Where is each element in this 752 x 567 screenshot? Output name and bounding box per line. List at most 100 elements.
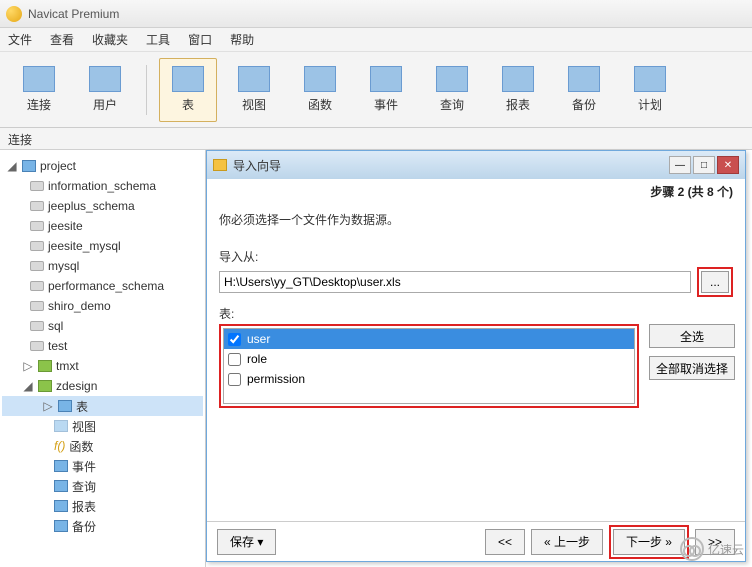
separator [146,65,147,115]
tree-db[interactable]: test [2,336,203,356]
tool-user[interactable]: 用户 [76,58,134,122]
toolbar: 连接 用户 表 视图 函数 事件 查询 报表 备份 计划 [0,52,752,128]
table-row-user[interactable]: user [224,329,634,349]
tree-db[interactable]: jeeplus_schema [2,196,203,216]
view-icon [238,66,270,92]
plan-icon [634,66,666,92]
tool-backup[interactable]: 备份 [555,58,613,122]
report-icon [502,66,534,92]
prev-button[interactable]: « 上一步 [531,529,603,555]
menu-file[interactable]: 文件 [8,31,32,48]
tree-db[interactable]: mysql [2,256,203,276]
table-list[interactable]: user role permission [223,328,635,404]
menu-window[interactable]: 窗口 [188,31,212,48]
tool-function[interactable]: 函数 [291,58,349,122]
watermark-icon [680,537,704,561]
db-icon [30,221,44,231]
tree-db[interactable]: performance_schema [2,276,203,296]
fx-icon: f() [54,439,65,453]
tree-zdesign[interactable]: ◢zdesign [2,376,203,396]
tree-node-backup[interactable]: 备份 [2,516,203,536]
tool-query[interactable]: 查询 [423,58,481,122]
tree-db[interactable]: jeesite [2,216,203,236]
db-icon [30,201,44,211]
titlebar: Navicat Premium [0,0,752,28]
app-title: Navicat Premium [28,7,119,21]
dialog-titlebar[interactable]: 导入向导 — □ ✕ [207,151,745,179]
tree-node-func[interactable]: f()函数 [2,436,203,456]
maximize-button[interactable]: □ [693,156,715,174]
tree-db[interactable]: information_schema [2,176,203,196]
tool-event[interactable]: 事件 [357,58,415,122]
tool-table[interactable]: 表 [159,58,217,122]
event-icon [370,66,402,92]
dialog-footer: 保存 ▾ << « 上一步 下一步 » >> [207,521,745,561]
import-wizard-dialog: 导入向导 — □ ✕ 步骤 2 (共 8 个) 你必须选择一个文件作为数据源。 … [206,150,746,562]
tree-root[interactable]: ◢project [2,156,203,176]
db-icon [30,321,44,331]
plug-icon [23,66,55,92]
report-icon [54,500,68,512]
app-icon [6,6,22,22]
db-open-icon [38,360,52,372]
menubar: 文件 查看 收藏夹 工具 窗口 帮助 [0,28,752,52]
backup-icon [54,520,68,532]
menu-tool[interactable]: 工具 [146,31,170,48]
deselect-all-button[interactable]: 全部取消选择 [649,356,735,380]
user-icon [89,66,121,92]
close-button[interactable]: ✕ [717,156,739,174]
browse-button[interactable]: ... [701,271,729,293]
table-check-role[interactable] [228,353,241,366]
backup-icon [568,66,600,92]
step-indicator: 步骤 2 (共 8 个) [650,183,733,200]
tree-tmxt[interactable]: ▷tmxt [2,356,203,376]
table-check-user[interactable] [228,333,241,346]
table-label: 表: [219,305,733,322]
table-row-role[interactable]: role [224,349,634,369]
table-row-permission[interactable]: permission [224,369,634,389]
instruction-text: 你必须选择一个文件作为数据源。 [219,211,733,228]
tree-node-query[interactable]: 查询 [2,476,203,496]
table-icon [172,66,204,92]
tree-db[interactable]: sql [2,316,203,336]
first-button[interactable]: << [485,529,525,555]
view-icon [54,420,68,432]
conn-icon [22,160,36,172]
tree-node-report[interactable]: 报表 [2,496,203,516]
tree-db[interactable]: shiro_demo [2,296,203,316]
db-icon [30,301,44,311]
tool-connection[interactable]: 连接 [10,58,68,122]
next-button[interactable]: 下一步 » [613,529,685,555]
watermark: 亿速云 [680,537,744,561]
query-icon [54,480,68,492]
menu-fav[interactable]: 收藏夹 [92,31,128,48]
sidebar-header: 连接 [0,128,752,150]
tree-node-view[interactable]: 视图 [2,416,203,436]
save-button[interactable]: 保存 ▾ [217,529,276,555]
import-from-label: 导入从: [219,248,733,265]
table-icon [58,400,72,412]
query-icon [436,66,468,92]
file-path-input[interactable] [219,271,691,293]
db-icon [30,261,44,271]
content-area: 导入向导 — □ ✕ 步骤 2 (共 8 个) 你必须选择一个文件作为数据源。 … [206,150,752,567]
db-icon [30,341,44,351]
tool-report[interactable]: 报表 [489,58,547,122]
tree-db[interactable]: jeesite_mysql [2,236,203,256]
table-check-permission[interactable] [228,373,241,386]
tool-view[interactable]: 视图 [225,58,283,122]
tree-node-event[interactable]: 事件 [2,456,203,476]
function-icon [304,66,336,92]
menu-help[interactable]: 帮助 [230,31,254,48]
minimize-button[interactable]: — [669,156,691,174]
connection-tree[interactable]: ◢project information_schema jeeplus_sche… [0,150,206,567]
wizard-icon [213,159,227,171]
tree-node-table[interactable]: ▷表 [2,396,203,416]
db-icon [30,281,44,291]
db-open-icon [38,380,52,392]
tool-plan[interactable]: 计划 [621,58,679,122]
menu-view[interactable]: 查看 [50,31,74,48]
event-icon [54,460,68,472]
db-icon [30,241,44,251]
select-all-button[interactable]: 全选 [649,324,735,348]
